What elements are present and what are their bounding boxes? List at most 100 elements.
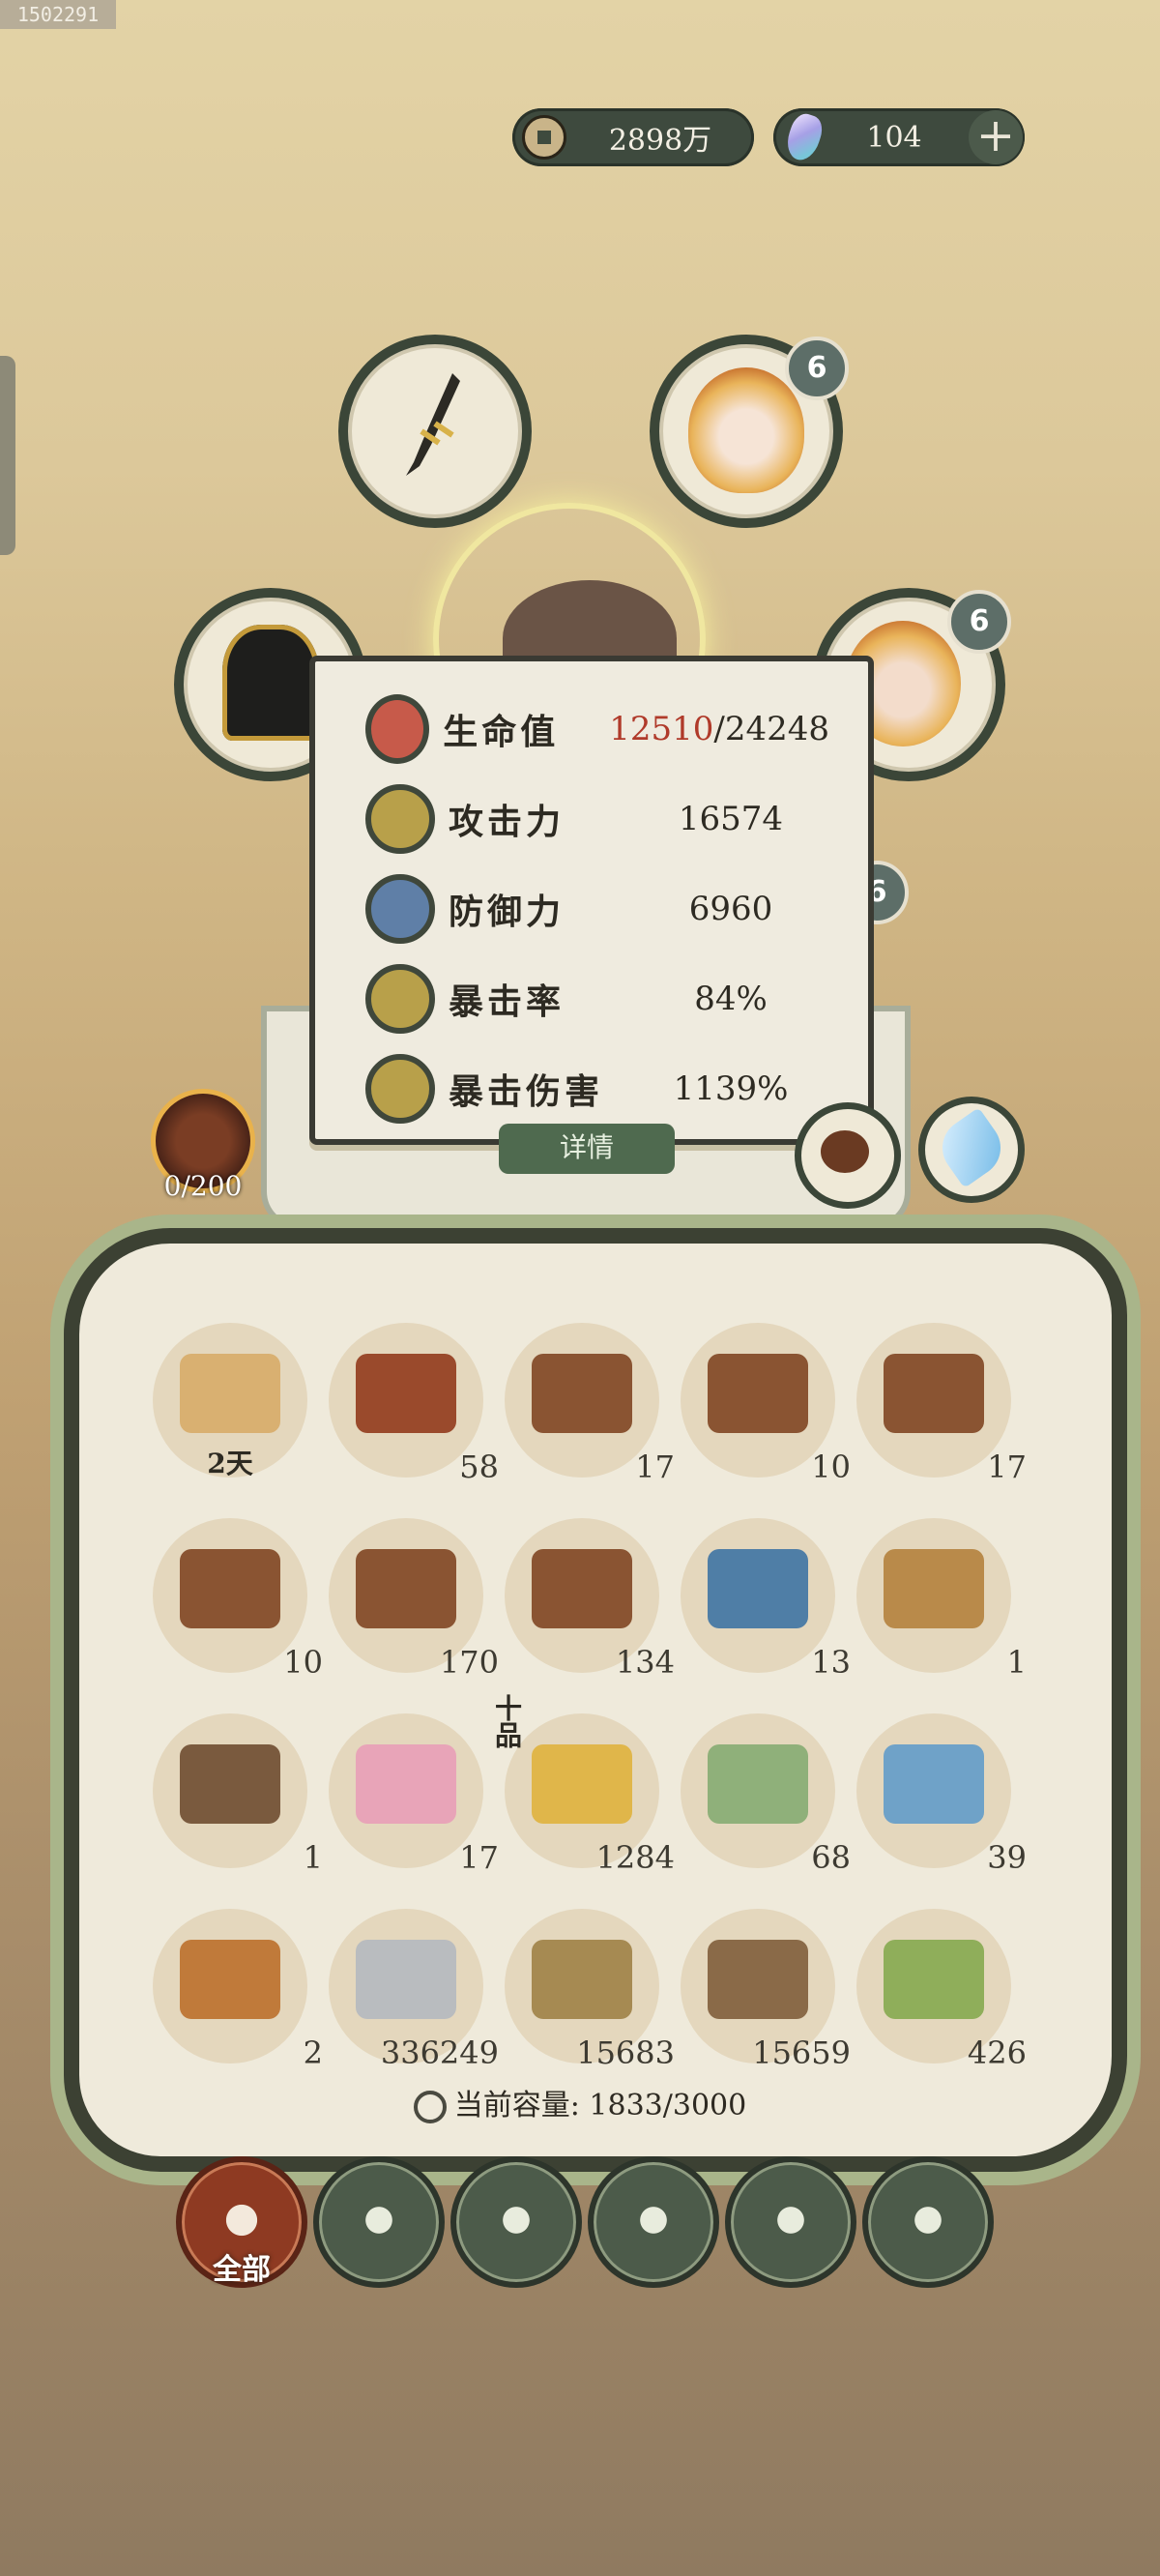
category-label: 全部: [213, 2253, 271, 2287]
inventory-item[interactable]: 58: [329, 1323, 499, 1485]
log-category-icon: [348, 2189, 410, 2251]
stat-hp-row: 生命值 12510/24248: [365, 692, 829, 766]
inventory-item[interactable]: 1: [153, 1713, 323, 1876]
stat-value: 12510/24248: [609, 710, 829, 748]
add-gems-button[interactable]: +: [969, 110, 1023, 164]
white-haired-companion-icon: [688, 367, 804, 493]
inventory-item[interactable]: 1: [856, 1518, 1027, 1681]
inventory-item[interactable]: 13: [681, 1518, 851, 1681]
stat-label: 生命值: [443, 712, 560, 752]
stat-value: 84%: [694, 980, 768, 1018]
stat-value: 1139%: [673, 1069, 789, 1108]
inventory-item[interactable]: 170: [329, 1518, 499, 1681]
bag-capacity-icon: [413, 2091, 447, 2123]
blue-feather-icon: [931, 1107, 1012, 1188]
item-count: 17: [459, 1839, 499, 1876]
crit-burst-icon: [365, 964, 435, 1034]
inventory-item[interactable]: 39: [856, 1713, 1027, 1876]
item-count: 68: [811, 1839, 851, 1876]
inventory-item[interactable]: 15659: [681, 1909, 851, 2071]
inventory-item[interactable]: 336249: [329, 1909, 499, 2071]
crit-damage-icon: [365, 1054, 435, 1124]
sword-icon: [365, 784, 435, 854]
item-count: 58: [459, 1449, 499, 1485]
item-count: 2: [303, 2034, 323, 2071]
item-count: 134: [615, 1644, 675, 1681]
treasure-chest-icon: [532, 1354, 632, 1433]
category-button[interactable]: [725, 2156, 856, 2288]
stone-icon: [356, 1940, 456, 2019]
side-drawer-handle[interactable]: [0, 356, 15, 555]
item-count: 1: [1006, 1644, 1027, 1681]
inventory-item[interactable]: 426: [856, 1909, 1027, 2071]
crystal-gem-icon: [782, 110, 826, 164]
inventory-item[interactable]: 2天: [153, 1323, 307, 1479]
inventory-item[interactable]: 10: [681, 1323, 851, 1485]
heart-icon: [365, 694, 430, 764]
category-button[interactable]: [313, 2156, 445, 2288]
capacity-text: 当前容量: 1833/3000: [453, 2089, 747, 2122]
item-count: 10: [283, 1644, 323, 1681]
stat-label: 防御力: [449, 892, 566, 932]
herb-icon: [485, 2189, 547, 2251]
token-count: 0/200: [163, 1170, 243, 1202]
companion-slot-top[interactable]: 6: [650, 335, 849, 528]
dagger-icon: [406, 373, 460, 476]
coin-amount: 2898万: [608, 124, 712, 158]
scroll-icon: [180, 1354, 280, 1433]
category-button[interactable]: [862, 2156, 994, 2288]
inventory-item[interactable]: 15683: [505, 1909, 675, 2071]
screenshot-id-label: 1502291: [0, 0, 116, 29]
lotus-icon: [356, 1744, 456, 1824]
stat-value: 6960: [688, 890, 773, 928]
inventory-item[interactable]: 10: [153, 1518, 323, 1681]
stat-value: 16574: [678, 800, 784, 838]
item-count: 10: [811, 1449, 851, 1485]
treasure-chest-icon: [356, 1354, 456, 1433]
incense-tray-icon: [180, 1744, 280, 1824]
inventory-item[interactable]: 17: [329, 1713, 499, 1876]
all-grid-icon: [211, 2189, 273, 2251]
feather-slot[interactable]: [918, 1097, 1025, 1203]
inventory-item[interactable]: 68: [681, 1713, 851, 1876]
hero-stats-panel: 生命值 12510/24248 攻击力 16574 防御力 6960 暴击率 8…: [309, 656, 874, 1145]
scroll-category-icon: [897, 2189, 959, 2251]
item-count: 336249: [380, 2034, 499, 2071]
weapon-slot[interactable]: [338, 335, 532, 528]
token-plaque-icon: [180, 1940, 280, 2019]
inventory-item[interactable]: 十品 1284: [491, 1694, 675, 1876]
inventory-item[interactable]: 17: [505, 1323, 675, 1485]
stat-crit-rate-row: 暴击率 84%: [365, 962, 829, 1036]
item-count: 170: [439, 1644, 499, 1681]
stat-attack-row: 攻击力 16574: [365, 782, 829, 856]
stat-label: 暴击率: [449, 981, 566, 1022]
category-button[interactable]: [450, 2156, 582, 2288]
category-button[interactable]: 全部: [176, 2156, 307, 2288]
stat-label: 攻击力: [449, 802, 566, 842]
bamboo-icon: [884, 1940, 984, 2019]
inventory-item[interactable]: 134: [505, 1518, 675, 1681]
category-button[interactable]: [588, 2156, 719, 2288]
hp-current: 12510: [609, 710, 714, 748]
dark-robe-icon: [222, 625, 319, 741]
item-count: 17: [987, 1449, 1027, 1485]
inventory-panel: 2天 58 17 10 17 10 170 134 13 1 1 17 十品 1284 68 39 2 33624…: [64, 1228, 1127, 2172]
inventory-item[interactable]: 17: [856, 1323, 1027, 1485]
companion-count-badge: 6: [785, 337, 849, 400]
cloth-bag-icon: [884, 1549, 984, 1628]
item-count: 1284: [595, 1839, 675, 1876]
details-button[interactable]: 详情: [499, 1124, 675, 1174]
item-count: 17: [635, 1449, 675, 1485]
treasure-chest-icon: [356, 1549, 456, 1628]
treasure-chest-icon: [708, 1354, 808, 1433]
item-count: 426: [967, 2034, 1027, 2071]
item-duration-label: 2天: [207, 1448, 253, 1479]
accessory-slot[interactable]: [795, 1102, 901, 1209]
treasure-chest-icon: [180, 1549, 280, 1628]
treasure-chest-icon: [884, 1354, 984, 1433]
gem-amount: 104: [866, 120, 922, 155]
inventory-capacity: 当前容量: 1833/3000: [0, 2081, 1160, 2123]
golden-fruit-icon: [532, 1744, 632, 1824]
inventory-item[interactable]: 2: [153, 1909, 323, 2071]
hp-max: /24248: [713, 710, 829, 748]
